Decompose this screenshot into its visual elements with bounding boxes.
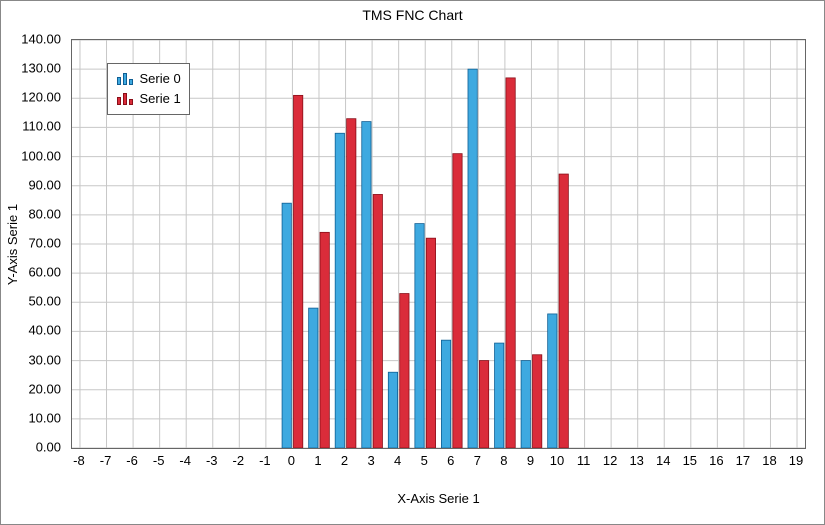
bar-serie0-x1[interactable] (309, 308, 318, 448)
x-tick: 5 (421, 453, 428, 468)
bar-icon (116, 73, 134, 85)
bar-serie0-x10[interactable] (548, 314, 557, 448)
x-axis-label: X-Axis Serie 1 (71, 491, 806, 506)
x-tick: -2 (233, 453, 245, 468)
bar-serie0-x3[interactable] (362, 122, 371, 448)
x-tick: -8 (73, 453, 85, 468)
x-tick: 17 (736, 453, 750, 468)
x-tick: 12 (603, 453, 617, 468)
legend-label: Serie 1 (140, 89, 181, 109)
y-axis-ticks: 0.0010.0020.0030.0040.0050.0060.0070.008… (1, 39, 65, 449)
bar-serie1-x4[interactable] (400, 294, 409, 448)
bar-serie0-x6[interactable] (441, 340, 450, 448)
bar-serie1-x5[interactable] (426, 238, 435, 448)
x-tick: 15 (683, 453, 697, 468)
x-tick: 0 (288, 453, 295, 468)
x-tick: 8 (500, 453, 507, 468)
y-tick: 90.00 (28, 177, 61, 192)
y-tick: 20.00 (28, 381, 61, 396)
x-tick: 7 (474, 453, 481, 468)
legend-item-serie1[interactable]: Serie 1 (116, 89, 181, 109)
bar-serie0-x7[interactable] (468, 69, 477, 448)
x-tick: 19 (789, 453, 803, 468)
bar-serie1-x10[interactable] (559, 174, 568, 448)
legend-label: Serie 0 (140, 69, 181, 89)
x-tick: 6 (447, 453, 454, 468)
plot-area: Serie 0Serie 1 (71, 39, 806, 449)
x-tick: -1 (259, 453, 271, 468)
x-tick: 1 (314, 453, 321, 468)
x-tick: 9 (527, 453, 534, 468)
chart-title: TMS FNC Chart (1, 7, 824, 23)
x-tick: -3 (206, 453, 218, 468)
bar-serie1-x7[interactable] (479, 361, 488, 448)
y-tick: 140.00 (21, 32, 61, 47)
y-tick: 50.00 (28, 294, 61, 309)
x-tick: 16 (709, 453, 723, 468)
bar-serie1-x6[interactable] (453, 154, 462, 448)
y-tick: 0.00 (36, 440, 61, 455)
y-tick: 80.00 (28, 206, 61, 221)
y-tick: 10.00 (28, 410, 61, 425)
x-tick: 2 (341, 453, 348, 468)
x-tick: -6 (126, 453, 138, 468)
y-tick: 120.00 (21, 90, 61, 105)
bar-serie1-x1[interactable] (320, 232, 329, 448)
bar-serie0-x0[interactable] (282, 203, 291, 448)
bar-serie0-x5[interactable] (415, 224, 424, 448)
x-tick: 10 (550, 453, 564, 468)
y-tick: 70.00 (28, 236, 61, 251)
bar-serie1-x8[interactable] (506, 78, 515, 448)
y-tick: 100.00 (21, 148, 61, 163)
x-tick: 11 (577, 453, 591, 468)
y-tick: 30.00 (28, 352, 61, 367)
x-tick: -7 (100, 453, 112, 468)
x-tick: 3 (367, 453, 374, 468)
bar-serie0-x9[interactable] (521, 361, 530, 448)
x-axis-ticks: -8-7-6-5-4-3-2-1012345678910111213141516… (71, 453, 806, 475)
x-tick: 18 (762, 453, 776, 468)
y-tick: 130.00 (21, 61, 61, 76)
x-tick: -5 (153, 453, 165, 468)
bar-serie1-x3[interactable] (373, 194, 382, 448)
legend: Serie 0Serie 1 (107, 63, 190, 115)
bar-serie0-x8[interactable] (495, 343, 504, 448)
x-tick: 13 (629, 453, 643, 468)
x-tick: -4 (179, 453, 191, 468)
x-tick: 14 (656, 453, 670, 468)
chart-panel: TMS FNC Chart Y-Axis Serie 1 0.0010.0020… (0, 0, 825, 525)
legend-item-serie0[interactable]: Serie 0 (116, 69, 181, 89)
bar-icon (116, 93, 134, 105)
bar-serie0-x4[interactable] (388, 372, 397, 448)
bar-serie1-x2[interactable] (347, 119, 356, 448)
bar-serie1-x9[interactable] (533, 355, 542, 448)
bar-serie0-x2[interactable] (335, 133, 344, 448)
y-tick: 110.00 (22, 119, 61, 134)
y-tick: 40.00 (28, 323, 61, 338)
x-tick: 4 (394, 453, 401, 468)
bar-serie1-x0[interactable] (293, 95, 302, 448)
y-tick: 60.00 (28, 265, 61, 280)
